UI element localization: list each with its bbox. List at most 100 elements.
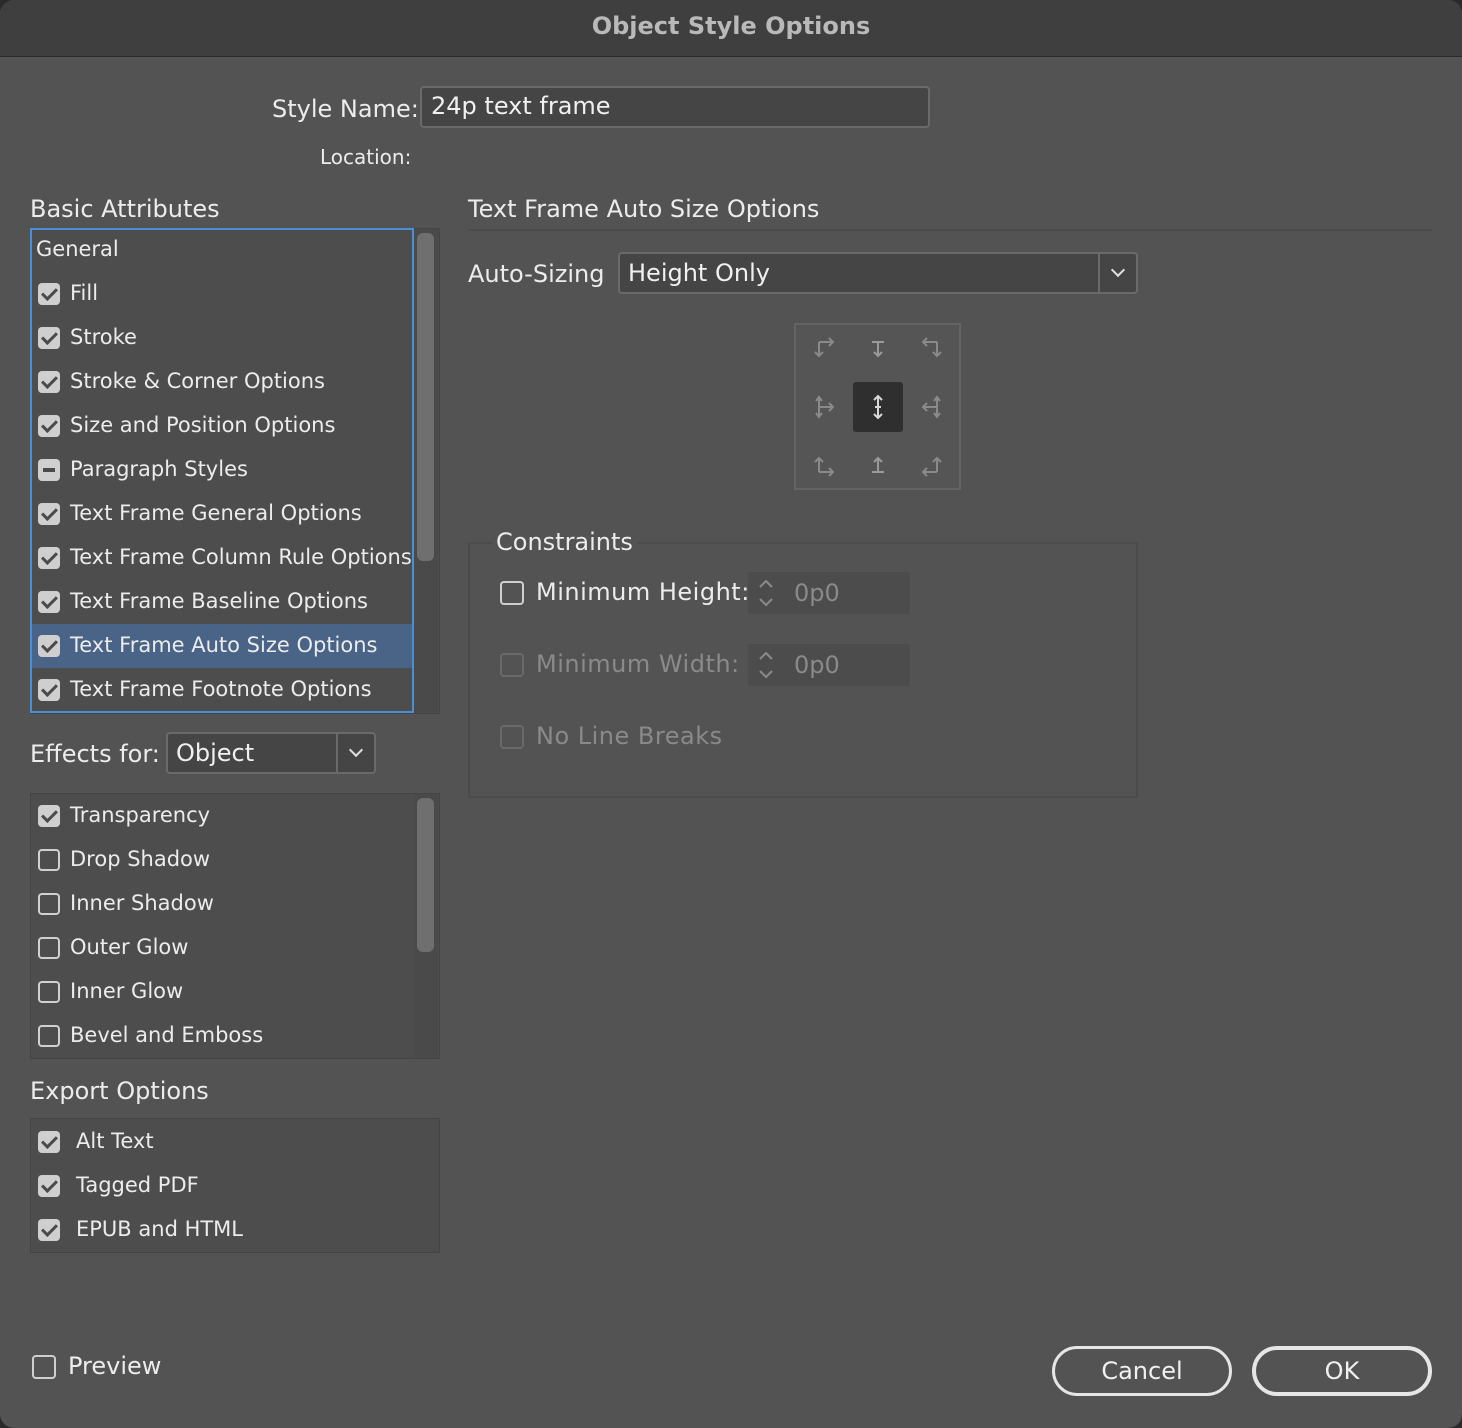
list-item-label: Stroke [70,325,137,349]
item-checkbox[interactable] [38,371,60,393]
ref-point-top-left[interactable] [802,325,852,375]
preview-checkbox[interactable] [32,1355,56,1379]
list-item[interactable]: EPUB and HTML [31,1208,413,1252]
preview-label[interactable]: Preview [68,1352,161,1380]
list-item[interactable]: Stroke [31,316,413,360]
basic-attributes-heading: Basic Attributes [30,195,220,223]
item-checkbox[interactable] [38,503,60,525]
item-checkbox[interactable] [38,1219,60,1241]
list-item[interactable]: Text Frame Column Rule Options [31,536,413,580]
item-checkbox[interactable] [38,937,60,959]
min-width-checkbox[interactable] [500,653,524,677]
ref-point-middle-left[interactable] [802,382,852,432]
list-item-label: Text Frame Footnote Options [70,677,372,701]
item-checkbox[interactable] [38,1131,60,1153]
item-checkbox[interactable] [38,981,60,1003]
item-checkbox[interactable] [38,893,60,915]
arrow-bottom-right-icon [921,456,942,477]
cancel-button[interactable]: Cancel [1052,1346,1232,1396]
constraints-heading: Constraints [492,528,637,556]
list-item[interactable]: General [31,228,413,272]
basic-attributes-list: General Fill Stroke Stroke & Corner Options… [30,228,440,714]
list-item-label: Size and Position Options [70,413,336,437]
min-height-value[interactable]: 0p0 [794,579,840,607]
style-name-input[interactable]: 24p text frame [420,86,930,128]
item-checkbox[interactable] [38,1175,60,1197]
item-checkbox[interactable] [38,415,60,437]
effects-for-dropdown-button[interactable] [336,734,374,772]
ref-point-top-right[interactable] [904,325,954,375]
arrow-middle-right-icon [921,395,941,419]
list-item[interactable]: Paragraph Styles [31,448,413,492]
ref-point-middle-right[interactable] [904,382,954,432]
scroll-thumb[interactable] [417,233,434,561]
min-width-label: Minimum Width: [536,650,740,678]
item-checkbox[interactable] [38,1025,60,1047]
arrow-bottom-center-icon [872,456,884,473]
min-height-stepper[interactable]: 0p0 [748,572,910,614]
list-item[interactable]: Outer Glow [31,926,413,970]
list-item-label: Text Frame General Options [70,501,362,525]
scroll-thumb[interactable] [417,798,434,952]
item-checkbox[interactable] [38,591,60,613]
style-name-label: Style Name: [272,95,419,123]
item-checkbox[interactable] [38,283,60,305]
list-item[interactable]: Size and Position Options [31,404,413,448]
stepper-arrows-icon [759,579,773,607]
item-checkbox[interactable] [38,849,60,871]
auto-sizing-select[interactable]: Height Only [618,252,1138,294]
list-item-label: Outer Glow [70,935,189,959]
item-checkbox[interactable] [38,327,60,349]
list-item[interactable]: Tagged PDF [31,1164,413,1208]
arrow-vertical-both-icon [873,394,883,420]
list-item[interactable]: Bevel and Emboss [31,1014,413,1058]
list-item-label: Tagged PDF [76,1173,199,1197]
list-item[interactable]: Text Frame General Options [31,492,413,536]
no-line-breaks-checkbox[interactable] [500,725,524,749]
list-item-label: Drop Shadow [70,847,211,871]
item-checkbox[interactable] [38,635,60,657]
list-item-label: Transparency [70,803,211,827]
ref-point-center[interactable] [853,382,903,432]
effects-scrollbar[interactable] [414,794,438,1058]
list-item-label: Alt Text [76,1129,154,1153]
list-item[interactable]: Fill [31,272,413,316]
list-item-label: General [36,237,119,261]
arrow-top-left-icon [814,337,835,358]
list-item[interactable]: Transparency [31,794,413,838]
min-width-stepper[interactable]: 0p0 [748,644,910,686]
list-item[interactable]: Inner Shadow [31,882,413,926]
min-height-label: Minimum Height: [536,578,750,606]
basic-attributes-scrollbar[interactable] [414,229,438,713]
item-checkbox[interactable] [38,547,60,569]
chevron-down-icon [1110,262,1126,278]
list-item[interactable]: Text Frame Baseline Options [31,580,413,624]
effects-for-label: Effects for: [30,740,160,768]
ref-point-bottom-right[interactable] [904,439,954,489]
arrow-middle-left-icon [815,395,835,419]
list-item[interactable]: Drop Shadow [31,838,413,882]
min-height-checkbox[interactable] [500,581,524,605]
list-item[interactable]: Inner Glow [31,970,413,1014]
list-item-label: Stroke & Corner Options [70,369,325,393]
ref-point-top-center[interactable] [853,325,903,375]
min-width-value[interactable]: 0p0 [794,651,840,679]
ref-point-bottom-center[interactable] [853,439,903,489]
item-checkbox[interactable] [38,805,60,827]
arrow-top-right-icon [921,337,942,358]
item-checkbox[interactable] [38,679,60,701]
ok-button[interactable]: OK [1252,1346,1432,1396]
list-item[interactable]: Text Frame Footnote Options [31,668,413,712]
list-item[interactable]: Alt Text [31,1120,413,1164]
title-bar[interactable]: Object Style Options [0,0,1462,57]
list-item[interactable]: Text Frame Auto Size Options [31,624,413,668]
list-item[interactable]: Stroke & Corner Options [31,360,413,404]
list-item-label: Paragraph Styles [70,457,248,481]
reference-point-grid [794,323,961,490]
auto-sizing-label: Auto-Sizing [468,260,605,288]
panel-heading: Text Frame Auto Size Options [468,195,820,223]
auto-sizing-dropdown-button[interactable] [1098,254,1136,292]
item-checkbox[interactable] [38,459,60,481]
effects-for-select[interactable]: Object [166,732,376,774]
ref-point-bottom-left[interactable] [802,439,852,489]
